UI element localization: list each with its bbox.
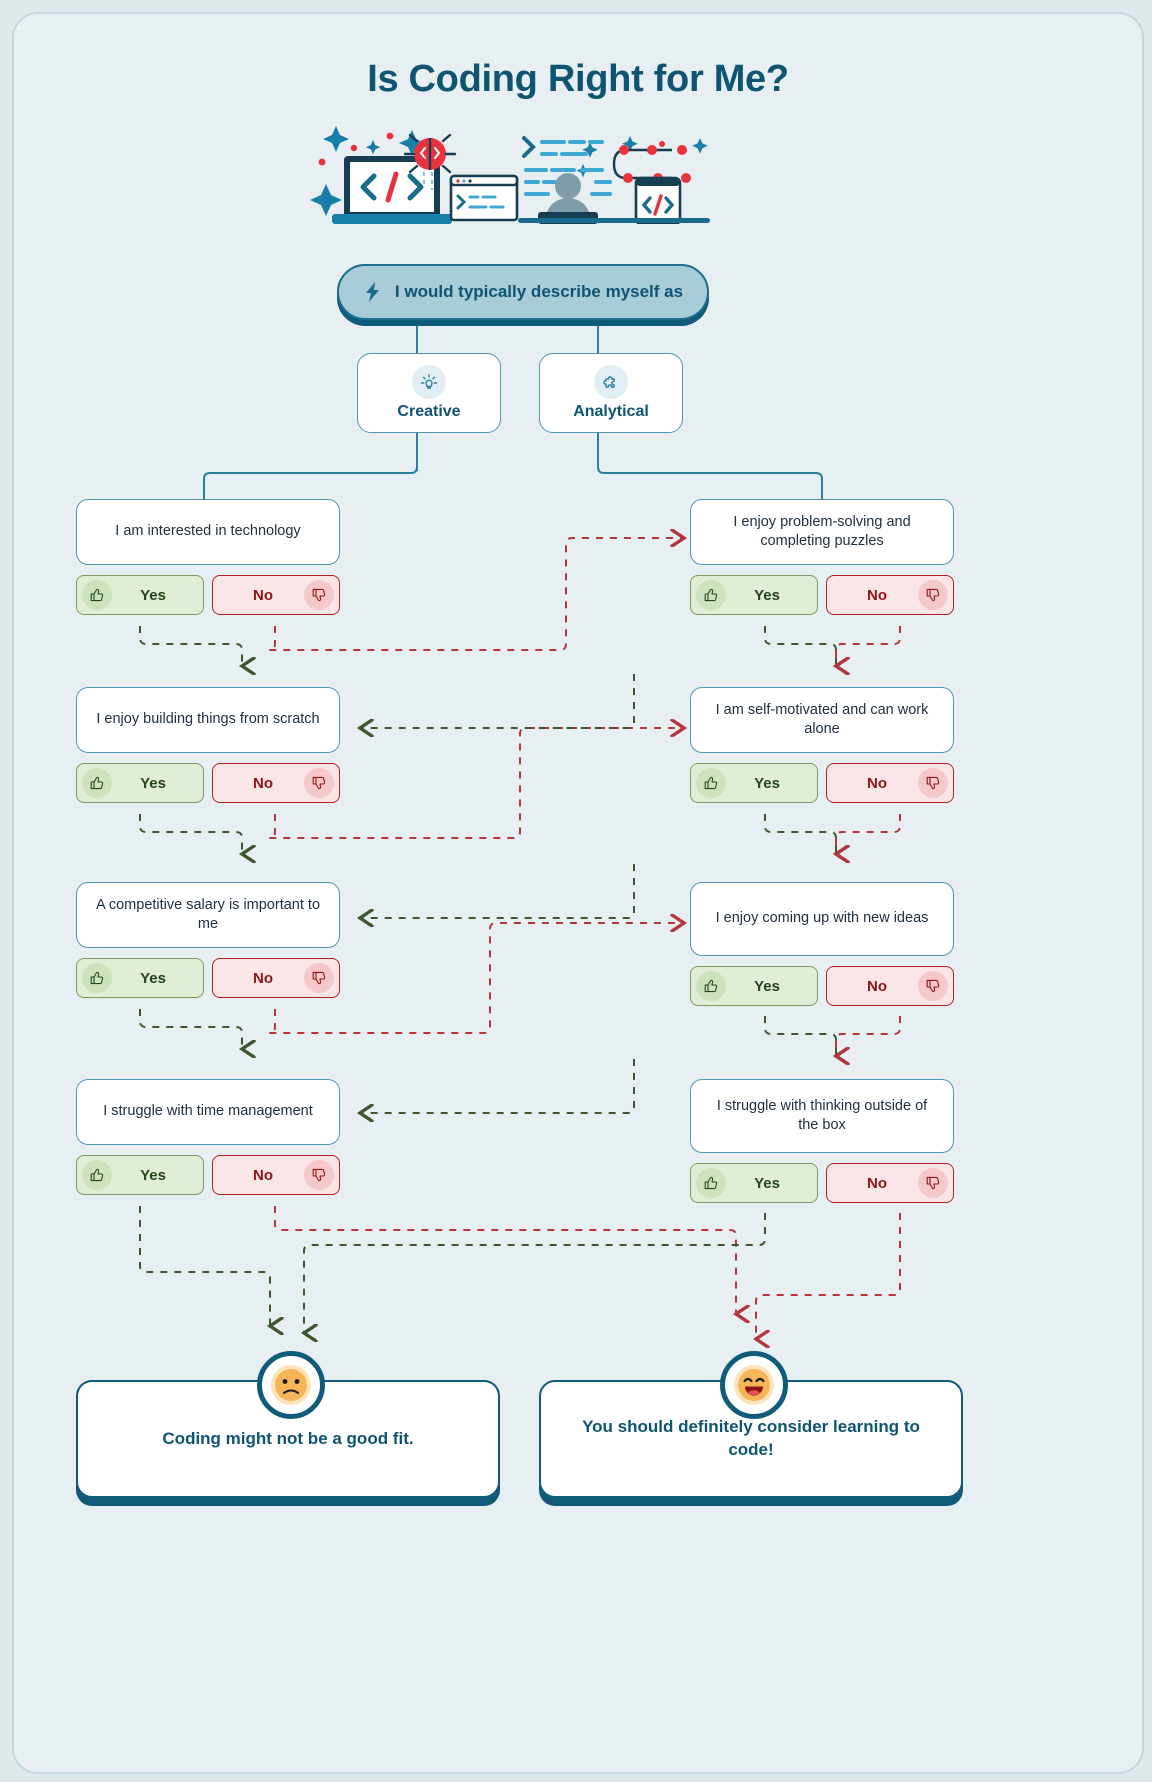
question-text: I am interested in technology: [76, 499, 340, 565]
page-title: Is Coding Right for Me?: [367, 58, 789, 100]
frowning-face-icon: [257, 1351, 325, 1419]
option-analytical-label: Analytical: [573, 403, 649, 420]
lightbulb-icon: [412, 365, 446, 399]
question-text: I enjoy building things from scratch: [76, 687, 340, 753]
question-text: A competitive salary is important to me: [76, 882, 340, 948]
root-question-label: I would typically describe myself as: [394, 282, 684, 301]
question-text: I am self-motivated and can work alone: [690, 687, 954, 753]
answer-yes-button[interactable]: Yes: [690, 1163, 818, 1203]
thumbs-up-icon: [82, 768, 112, 798]
answer-no-button[interactable]: No: [826, 763, 954, 803]
question-text: I struggle with time management: [76, 1079, 340, 1145]
answer-yes-button[interactable]: Yes: [690, 575, 818, 615]
thumbs-up-icon: [696, 1168, 726, 1198]
coding-illustration-icon: [310, 126, 710, 224]
thumbs-down-icon: [304, 768, 334, 798]
thumbs-down-icon: [918, 768, 948, 798]
answer-row: Yes No: [690, 1163, 954, 1203]
root-question-pill[interactable]: I would typically describe myself as: [337, 264, 709, 320]
question-q-problem: I enjoy problem-solving and completing p…: [690, 499, 954, 615]
answer-row: Yes No: [76, 958, 340, 998]
question-q-time: I struggle with time management Yes No: [76, 1079, 340, 1195]
thumbs-up-icon: [82, 580, 112, 610]
answer-row: Yes No: [76, 763, 340, 803]
answer-yes-button[interactable]: Yes: [690, 966, 818, 1006]
thumbs-up-icon: [696, 768, 726, 798]
answer-row: Yes No: [690, 575, 954, 615]
result-negative-text: Coding might not be a good fit.: [162, 1428, 414, 1448]
thumbs-down-icon: [918, 971, 948, 1001]
answer-row: Yes No: [690, 763, 954, 803]
answer-no-button[interactable]: No: [212, 958, 340, 998]
answer-yes-button[interactable]: Yes: [690, 763, 818, 803]
question-q-ideas: I enjoy coming up with new ideas Yes No: [690, 882, 954, 1006]
answer-row: Yes No: [76, 575, 340, 615]
question-q-build: I enjoy building things from scratch Yes…: [76, 687, 340, 803]
result-positive-text: You should definitely consider learning …: [582, 1417, 920, 1459]
question-text: I enjoy problem-solving and completing p…: [690, 499, 954, 565]
thumbs-up-icon: [696, 580, 726, 610]
thumbs-up-icon: [82, 963, 112, 993]
thumbs-down-icon: [304, 580, 334, 610]
question-q-selfmot: I am self-motivated and can work alone Y…: [690, 687, 954, 803]
infographic-page: Is Coding Right for Me? I would typicall…: [12, 12, 1144, 1774]
answer-no-button[interactable]: No: [212, 763, 340, 803]
question-text: I enjoy coming up with new ideas: [690, 882, 954, 956]
question-q-outsidebox: I struggle with thinking outside of the …: [690, 1079, 954, 1203]
option-creative[interactable]: Creative: [357, 353, 501, 433]
option-creative-label: Creative: [397, 403, 461, 420]
answer-no-button[interactable]: No: [826, 575, 954, 615]
answer-no-button[interactable]: No: [212, 1155, 340, 1195]
answer-yes-button[interactable]: Yes: [76, 958, 204, 998]
thumbs-down-icon: [918, 1168, 948, 1198]
answer-row: Yes No: [76, 1155, 340, 1195]
question-q-tech: I am interested in technology Yes No: [76, 499, 340, 615]
question-q-salary: A competitive salary is important to me …: [76, 882, 340, 998]
answer-yes-button[interactable]: Yes: [76, 575, 204, 615]
answer-no-button[interactable]: No: [826, 966, 954, 1006]
answer-yes-button[interactable]: Yes: [76, 1155, 204, 1195]
puzzle-piece-icon: [594, 365, 628, 399]
answer-no-button[interactable]: No: [212, 575, 340, 615]
thumbs-up-icon: [82, 1160, 112, 1190]
thumbs-down-icon: [918, 580, 948, 610]
answer-row: Yes No: [690, 966, 954, 1006]
answer-no-button[interactable]: No: [826, 1163, 954, 1203]
thumbs-down-icon: [304, 1160, 334, 1190]
thumbs-up-icon: [696, 971, 726, 1001]
thumbs-down-icon: [304, 963, 334, 993]
grinning-face-icon: [720, 1351, 788, 1419]
answer-yes-button[interactable]: Yes: [76, 763, 204, 803]
option-analytical[interactable]: Analytical: [539, 353, 683, 433]
lightning-bolt-icon: [365, 282, 379, 302]
question-text: I struggle with thinking outside of the …: [690, 1079, 954, 1153]
